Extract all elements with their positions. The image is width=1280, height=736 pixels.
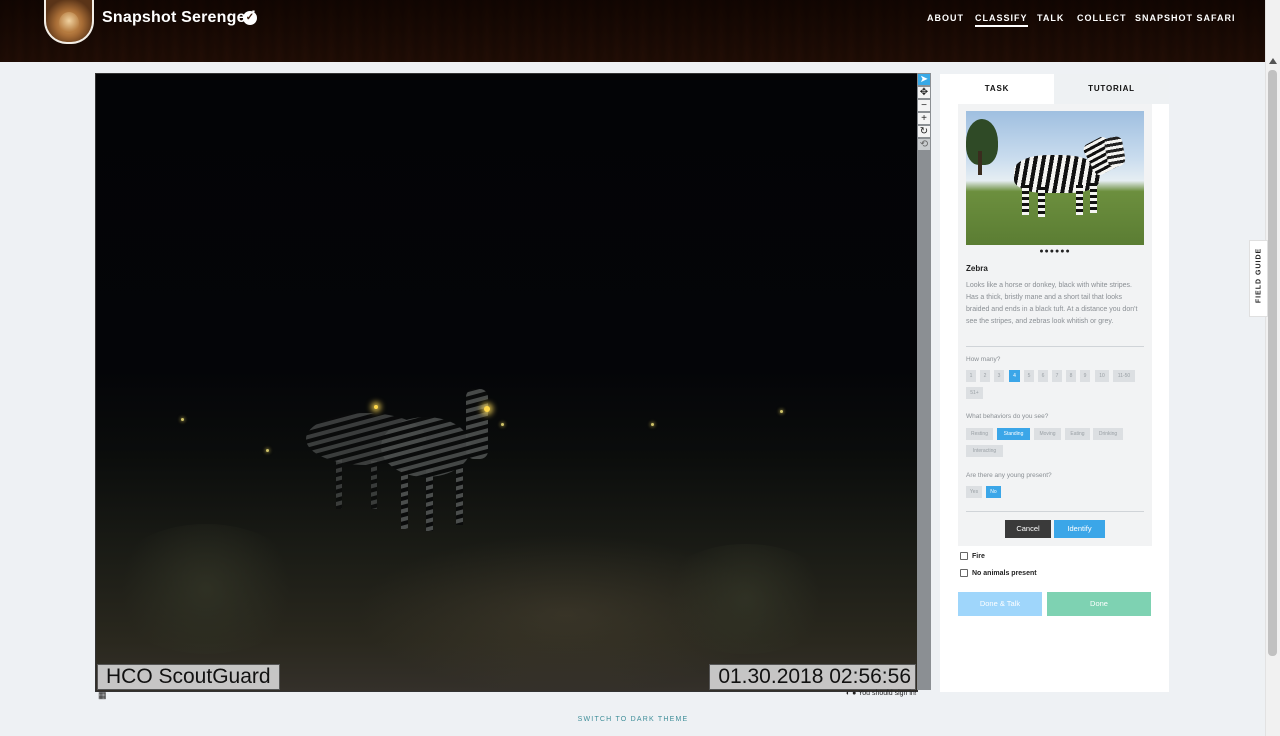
how-many-question: How many?: [966, 356, 1001, 363]
zebra-leg: [1038, 187, 1045, 217]
zebra-leg: [1076, 185, 1083, 215]
count-option-6[interactable]: 6: [1038, 370, 1048, 382]
panel-tabs: TASK TUTORIAL: [940, 74, 1169, 104]
divider: [966, 346, 1144, 347]
bush-shape: [106, 524, 306, 654]
classifier-panel: TASK TUTORIAL ●●●●●● Zebra Looks like a …: [940, 74, 1169, 692]
distant-eye-shine: [651, 423, 654, 426]
switch-dark-theme-link[interactable]: SWITCH TO DARK THEME: [0, 716, 1266, 723]
zebra-eye-shine: [374, 405, 378, 409]
metadata-grid-icon[interactable]: ▦: [98, 690, 107, 701]
tab-task[interactable]: TASK: [940, 74, 1054, 104]
zoom-out-icon[interactable]: −: [918, 100, 930, 111]
count-option-9[interactable]: 9: [1080, 370, 1090, 382]
nav-about[interactable]: ABOUT: [927, 13, 964, 23]
species-reference-photo: [966, 111, 1144, 245]
young-question: Are there any young present?: [966, 472, 1052, 479]
zebra-leg: [1090, 183, 1097, 213]
pointer-icon[interactable]: ➤: [918, 74, 930, 85]
distant-eye-shine: [780, 410, 783, 413]
checkbox-box[interactable]: [960, 552, 968, 560]
behavior-interacting[interactable]: Interacting: [966, 445, 1003, 457]
carousel-dots[interactable]: ●●●●●●: [958, 248, 1152, 255]
zebra-eye-shine: [484, 406, 490, 412]
count-option-5[interactable]: 5: [1024, 370, 1034, 382]
subject-image-viewer[interactable]: HCO ScoutGuard 01.30.2018 02:56:56: [95, 73, 918, 692]
camera-label: HCO ScoutGuard: [97, 664, 280, 690]
scroll-thumb[interactable]: [1268, 70, 1277, 656]
young-no[interactable]: No: [986, 486, 1001, 498]
distant-eye-shine: [181, 418, 184, 421]
count-option-10[interactable]: 10: [1095, 370, 1109, 382]
fire-label: Fire: [972, 552, 985, 560]
species-detail-card: ●●●●●● Zebra Looks like a horse or donke…: [958, 104, 1152, 546]
no-animals-checkbox[interactable]: No animals present: [960, 569, 1037, 577]
count-option-7[interactable]: 7: [1052, 370, 1062, 382]
nav-snapshot-safari[interactable]: SNAPSHOT SAFARI: [1135, 13, 1236, 23]
verified-badge-icon: ✓: [243, 11, 257, 25]
behavior-moving[interactable]: Moving: [1034, 428, 1061, 440]
count-option-2[interactable]: 2: [980, 370, 990, 382]
behavior-drinking[interactable]: Drinking: [1093, 428, 1123, 440]
count-option-1[interactable]: 1: [966, 370, 976, 382]
behavior-eating[interactable]: Eating: [1065, 428, 1090, 440]
fire-checkbox[interactable]: Fire: [960, 552, 985, 560]
page-scrollbar[interactable]: [1265, 0, 1280, 736]
image-timestamp: 01.30.2018 02:56:56: [709, 664, 916, 690]
zebra-herd-silhouette: [306, 389, 488, 531]
reset-icon[interactable]: ⟲: [918, 139, 930, 150]
lion-avatar-icon: [59, 12, 79, 34]
behaviors-question: What behaviors do you see?: [966, 413, 1049, 420]
rotate-icon[interactable]: ↻: [918, 126, 930, 137]
bush-shape: [656, 544, 836, 654]
done-and-talk-button[interactable]: Done & Talk: [958, 592, 1042, 616]
nav-collect[interactable]: COLLECT: [1077, 13, 1127, 23]
signin-note: ◐ ● You should sign in!: [846, 690, 917, 697]
no-animals-label: No animals present: [972, 569, 1037, 577]
species-description: Looks like a horse or donkey, black with…: [966, 282, 1138, 325]
tab-tutorial[interactable]: TUTORIAL: [1054, 74, 1169, 104]
count-option-4[interactable]: 4: [1009, 370, 1020, 382]
zoom-in-icon[interactable]: +: [918, 113, 930, 124]
signin-note-text: You should sign in!: [858, 690, 917, 697]
cancel-button[interactable]: Cancel: [1005, 520, 1051, 538]
identify-button[interactable]: Identify: [1054, 520, 1105, 538]
nav-classify[interactable]: CLASSIFY: [975, 13, 1028, 27]
field-guide-tab[interactable]: FIELD GUIDE: [1249, 240, 1268, 317]
distant-eye-shine: [266, 449, 269, 452]
scroll-up-icon[interactable]: [1269, 58, 1277, 64]
nav-talk[interactable]: TALK: [1037, 13, 1064, 23]
behavior-resting[interactable]: Resting: [966, 428, 993, 440]
pan-icon[interactable]: ✥: [918, 87, 930, 98]
divider: [966, 511, 1144, 512]
young-yes[interactable]: Yes: [966, 486, 982, 498]
field-guide-label: FIELD GUIDE: [1255, 247, 1263, 304]
viewer-toolbar: ➤ ✥ − + ↻ ⟲: [917, 73, 931, 690]
project-avatar[interactable]: [44, 0, 94, 44]
zebra-leg: [1022, 185, 1029, 215]
count-option-3[interactable]: 3: [994, 370, 1004, 382]
project-title[interactable]: Snapshot Serengeti: [102, 9, 256, 27]
distant-eye-shine: [501, 423, 504, 426]
tree-trunk: [978, 151, 982, 175]
done-button[interactable]: Done: [1047, 592, 1151, 616]
checkbox-box[interactable]: [960, 569, 968, 577]
count-option-8[interactable]: 8: [1066, 370, 1076, 382]
count-option-51-plus[interactable]: 51+: [966, 387, 983, 399]
tree-shape: [966, 119, 998, 165]
count-option-11-50[interactable]: 11-50: [1113, 370, 1135, 382]
behavior-standing[interactable]: Standing: [997, 428, 1030, 440]
site-header: Snapshot Serengeti ✓ ABOUT CLASSIFY TALK…: [0, 0, 1266, 62]
species-name: Zebra: [966, 264, 988, 273]
